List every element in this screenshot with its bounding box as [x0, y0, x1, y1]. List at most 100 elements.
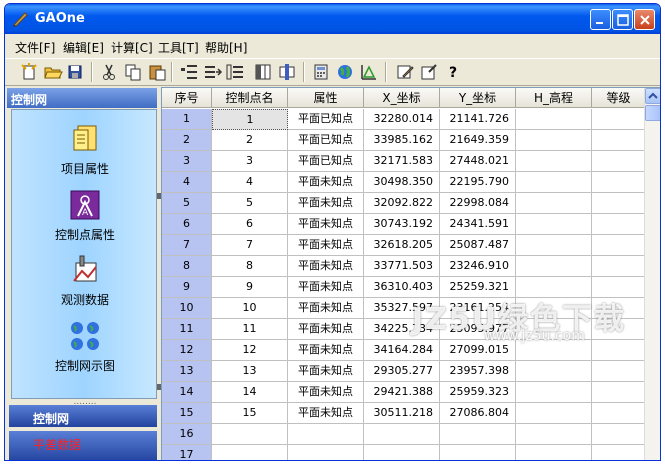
table-cell[interactable]: 3: [212, 151, 288, 172]
table-cell[interactable]: [516, 151, 592, 172]
copy-icon[interactable]: [123, 62, 143, 82]
table-cell[interactable]: 平面已知点: [288, 130, 364, 151]
edit-pencil-icon[interactable]: [395, 62, 415, 82]
table-row[interactable]: 6 6 平面未知点 30743.192 24341.591: [162, 214, 646, 235]
table-cell[interactable]: 27086.804: [440, 403, 516, 424]
scroll-up-button[interactable]: [645, 88, 660, 104]
table-cell[interactable]: 平面未知点: [288, 403, 364, 424]
table-cell[interactable]: 平面未知点: [288, 256, 364, 277]
header-col-attribute[interactable]: 属性: [288, 88, 364, 108]
table-cell[interactable]: 33771.503: [364, 256, 440, 277]
table-cell[interactable]: 1: [212, 109, 288, 130]
nav-control-point-properties[interactable]: A 控制点属性: [12, 188, 158, 252]
table-cell[interactable]: [516, 445, 592, 460]
table-row[interactable]: 5 5 平面未知点 32092.822 22998.084: [162, 193, 646, 214]
table-cell[interactable]: 平面已知点: [288, 151, 364, 172]
table-cell[interactable]: 30511.218: [364, 403, 440, 424]
header-col-point-name[interactable]: 控制点名: [212, 88, 288, 108]
append-row-icon[interactable]: [203, 62, 223, 82]
table-cell[interactable]: 32280.014: [364, 109, 440, 130]
table-cell[interactable]: 平面未知点: [288, 235, 364, 256]
table-cell[interactable]: 21649.359: [440, 130, 516, 151]
open-folder-icon[interactable]: [43, 62, 63, 82]
table-cell[interactable]: 30743.192: [364, 214, 440, 235]
table-row[interactable]: 4 4 平面未知点 30498.350 22195.790: [162, 172, 646, 193]
table-cell[interactable]: 32618.205: [364, 235, 440, 256]
table-cell[interactable]: [516, 130, 592, 151]
table-cell[interactable]: [364, 424, 440, 445]
table-cell[interactable]: 7: [212, 235, 288, 256]
table-cell[interactable]: [592, 151, 646, 172]
insert-row-icon[interactable]: [179, 62, 199, 82]
table-cell[interactable]: [288, 445, 364, 460]
table-cell[interactable]: [592, 256, 646, 277]
table-cell[interactable]: [592, 109, 646, 130]
calculator-icon[interactable]: [311, 62, 331, 82]
menu-file[interactable]: 文件[F]: [15, 39, 55, 56]
table-cell[interactable]: 12: [212, 340, 288, 361]
tab-control-network[interactable]: 控制网: [9, 405, 157, 427]
header-col-x-coord[interactable]: X_坐标: [364, 88, 440, 108]
table-cell[interactable]: 平面未知点: [288, 277, 364, 298]
table-cell[interactable]: 4: [212, 172, 288, 193]
scroll-thumb[interactable]: [645, 105, 660, 121]
table-cell[interactable]: 6: [212, 214, 288, 235]
paste-icon[interactable]: [147, 62, 167, 82]
table-row[interactable]: 2 2 平面已知点 33985.162 21649.359: [162, 130, 646, 151]
column-settings-icon[interactable]: [277, 62, 297, 82]
menu-help[interactable]: 帮助[H]: [205, 39, 247, 56]
table-cell[interactable]: 27448.021: [440, 151, 516, 172]
table-cell[interactable]: 15: [212, 403, 288, 424]
header-col-grade[interactable]: 等级: [592, 88, 646, 108]
table-cell[interactable]: 平面未知点: [288, 193, 364, 214]
settings-icon[interactable]: [419, 62, 439, 82]
table-cell[interactable]: [516, 235, 592, 256]
menu-edit[interactable]: 编辑[E]: [63, 39, 104, 56]
cut-icon[interactable]: [99, 62, 119, 82]
table-cell[interactable]: 32171.583: [364, 151, 440, 172]
nav-observation-data[interactable]: 观测数据: [12, 253, 158, 317]
new-file-icon[interactable]: [19, 62, 39, 82]
maximize-button[interactable]: [612, 9, 633, 30]
table-cell[interactable]: 22998.084: [440, 193, 516, 214]
table-cell[interactable]: [592, 403, 646, 424]
table-cell[interactable]: 10: [212, 298, 288, 319]
tab-adjustment-data[interactable]: 平差数据: [9, 431, 157, 460]
table-cell[interactable]: [212, 424, 288, 445]
header-col-h-elevation[interactable]: H_高程: [516, 88, 592, 108]
nav-network-diagram[interactable]: 控制网示图: [12, 319, 158, 383]
table-row[interactable]: 3 3 平面已知点 32171.583 27448.021: [162, 151, 646, 172]
table-cell[interactable]: [516, 382, 592, 403]
table-row[interactable]: 16: [162, 424, 646, 445]
nav-project-properties[interactable]: 项目属性: [12, 122, 158, 186]
globe-icon[interactable]: [335, 62, 355, 82]
table-cell[interactable]: 平面已知点: [288, 109, 364, 130]
table-cell[interactable]: [592, 382, 646, 403]
table-cell[interactable]: 30498.350: [364, 172, 440, 193]
table-row[interactable]: 17: [162, 445, 646, 460]
table-cell[interactable]: [516, 361, 592, 382]
table-cell[interactable]: 平面未知点: [288, 361, 364, 382]
table-cell[interactable]: 22195.790: [440, 172, 516, 193]
table-cell[interactable]: 平面未知点: [288, 298, 364, 319]
table-row[interactable]: 15 15 平面未知点 30511.218 27086.804: [162, 403, 646, 424]
table-cell[interactable]: 24341.591: [440, 214, 516, 235]
table-row[interactable]: 7 7 平面未知点 32618.205 25087.487: [162, 235, 646, 256]
table-cell[interactable]: 25959.323: [440, 382, 516, 403]
table-cell[interactable]: 32092.822: [364, 193, 440, 214]
table-cell[interactable]: [592, 130, 646, 151]
table-cell[interactable]: [592, 424, 646, 445]
table-row[interactable]: 1 1 平面已知点 32280.014 21141.726: [162, 109, 646, 130]
table-row[interactable]: 14 14 平面未知点 29421.388 25959.323: [162, 382, 646, 403]
table-cell[interactable]: 平面未知点: [288, 214, 364, 235]
header-col-index[interactable]: 序号: [162, 88, 212, 108]
delete-row-icon[interactable]: [225, 62, 245, 82]
table-cell[interactable]: 14: [212, 382, 288, 403]
table-cell[interactable]: 29421.388: [364, 382, 440, 403]
vertical-scrollbar[interactable]: [644, 88, 660, 460]
table-cell[interactable]: [592, 445, 646, 460]
title-bar[interactable]: GAOne: [5, 4, 660, 34]
table-cell[interactable]: 29305.277: [364, 361, 440, 382]
table-cell[interactable]: [592, 340, 646, 361]
table-cell[interactable]: [364, 445, 440, 460]
